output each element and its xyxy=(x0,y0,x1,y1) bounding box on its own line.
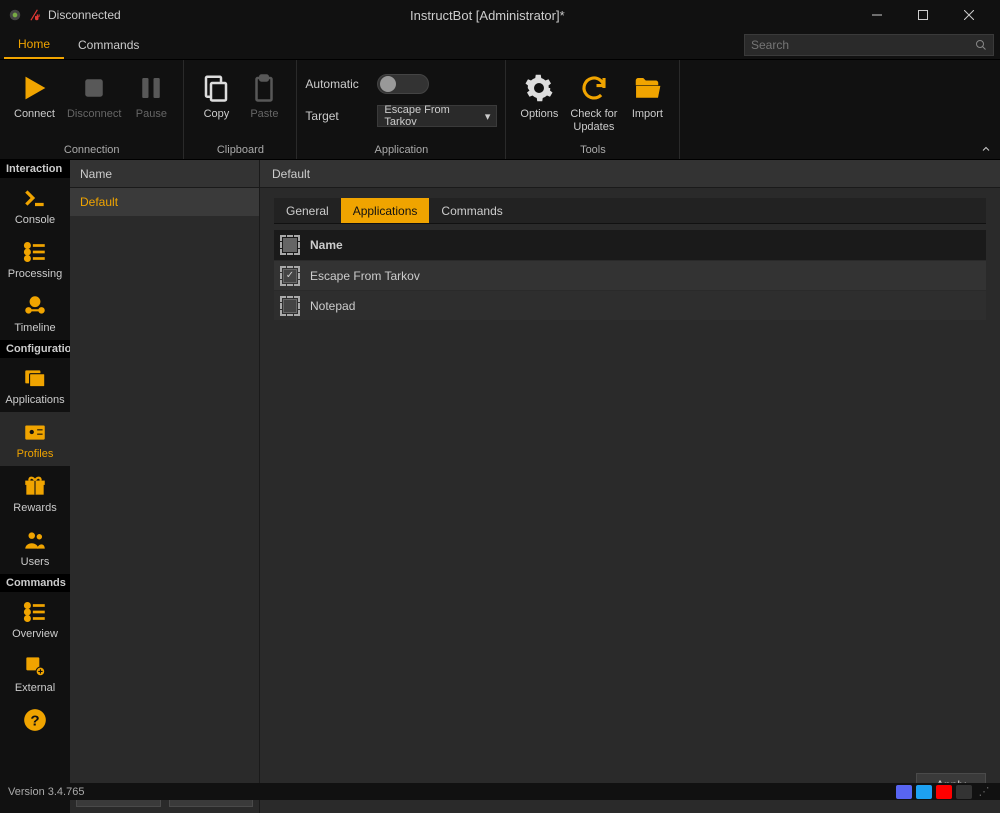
automatic-toggle[interactable] xyxy=(377,74,429,94)
nav-header-interaction: Interaction xyxy=(0,160,70,178)
titlebar: Disconnected InstructBot [Administrator]… xyxy=(0,0,1000,30)
nav-external[interactable]: External xyxy=(0,646,70,700)
window-icon xyxy=(21,364,49,392)
tab-home[interactable]: Home xyxy=(4,30,64,59)
select-all-checkbox[interactable] xyxy=(280,235,300,255)
profiles-list: Name Default Add Remove xyxy=(70,160,260,813)
statusbar: Version 3.4.765 ⋰ xyxy=(0,783,1000,800)
app-icon xyxy=(8,8,22,22)
version-label: Version 3.4.765 xyxy=(8,786,84,798)
connect-button[interactable]: Connect xyxy=(8,66,61,125)
copy-icon xyxy=(198,70,234,106)
left-nav: Interaction Console Processing Timeline … xyxy=(0,160,70,813)
help-icon: ? xyxy=(21,706,49,734)
nav-console[interactable]: Console xyxy=(0,178,70,232)
nav-header-commands: Commands xyxy=(0,574,70,592)
pause-icon xyxy=(133,70,169,106)
pause-button: Pause xyxy=(127,66,175,125)
refresh-icon xyxy=(576,70,612,106)
tray-icon[interactable] xyxy=(956,785,972,799)
tray: ⋰ xyxy=(896,785,992,799)
stop-icon xyxy=(76,70,112,106)
timeline-icon xyxy=(21,292,49,320)
maximize-button[interactable] xyxy=(900,0,946,30)
console-icon xyxy=(21,184,49,212)
tab-general[interactable]: General xyxy=(274,198,341,223)
group-connection: Connection xyxy=(0,142,183,159)
gift-icon xyxy=(21,472,49,500)
resize-grip-icon[interactable]: ⋰ xyxy=(976,785,992,799)
id-card-icon xyxy=(21,418,49,446)
list-icon xyxy=(21,238,49,266)
users-icon xyxy=(21,526,49,554)
paste-button: Paste xyxy=(240,66,288,125)
twitter-icon[interactable] xyxy=(916,785,932,799)
target-select[interactable]: Escape From Tarkov ▾ xyxy=(377,105,497,127)
close-button[interactable] xyxy=(946,0,992,30)
group-application: Application xyxy=(297,142,505,159)
profile-item[interactable]: Default xyxy=(70,188,259,216)
group-tools: Tools xyxy=(506,142,679,159)
search-box[interactable] xyxy=(744,34,994,56)
nav-help[interactable]: ? xyxy=(0,700,70,740)
detail-tabs: General Applications Commands xyxy=(274,198,986,224)
disconnect-button: Disconnect xyxy=(61,66,127,125)
folder-open-icon xyxy=(629,70,665,106)
import-button[interactable]: Import xyxy=(623,66,671,125)
ribbon: Connect Disconnect Pause Connection Copy… xyxy=(0,60,1000,160)
nav-rewards[interactable]: Rewards xyxy=(0,466,70,520)
copy-button[interactable]: Copy xyxy=(192,66,240,125)
tab-applications[interactable]: Applications xyxy=(341,198,430,223)
external-icon xyxy=(21,652,49,680)
detail-panel: Default General Applications Commands Na… xyxy=(260,160,1000,813)
minimize-button[interactable] xyxy=(854,0,900,30)
nav-applications[interactable]: Applications xyxy=(0,358,70,412)
chevron-down-icon: ▾ xyxy=(485,110,491,123)
play-icon xyxy=(16,70,52,106)
menubar: Home Commands xyxy=(0,30,1000,60)
row-checkbox[interactable] xyxy=(280,296,300,316)
nav-users[interactable]: Users xyxy=(0,520,70,574)
options-button[interactable]: Options xyxy=(514,66,564,125)
target-value: Escape From Tarkov xyxy=(384,104,484,128)
row-checkbox[interactable] xyxy=(280,266,300,286)
discord-icon[interactable] xyxy=(896,785,912,799)
grid-row[interactable]: Notepad xyxy=(274,290,986,320)
nav-timeline[interactable]: Timeline xyxy=(0,286,70,340)
nav-processing[interactable]: Processing xyxy=(0,232,70,286)
list2-icon xyxy=(21,598,49,626)
check-updates-button[interactable]: Check for Updates xyxy=(564,66,623,138)
row-name: Notepad xyxy=(310,299,355,313)
collapse-ribbon-icon[interactable] xyxy=(980,143,992,155)
grid-col-name: Name xyxy=(310,238,343,252)
profiles-header: Name xyxy=(70,160,259,188)
row-name: Escape From Tarkov xyxy=(310,269,420,283)
search-input[interactable] xyxy=(751,38,975,52)
grid-row[interactable]: Escape From Tarkov xyxy=(274,260,986,290)
tab-detail-commands[interactable]: Commands xyxy=(429,198,514,223)
target-label: Target xyxy=(305,109,369,123)
applications-grid: Name Escape From Tarkov Notepad xyxy=(274,230,986,320)
svg-text:?: ? xyxy=(30,712,39,729)
automatic-label: Automatic xyxy=(305,77,369,91)
disconnected-icon xyxy=(28,8,42,22)
nav-overview[interactable]: Overview xyxy=(0,592,70,646)
connection-status: Disconnected xyxy=(48,8,121,22)
group-clipboard: Clipboard xyxy=(184,142,296,159)
youtube-icon[interactable] xyxy=(936,785,952,799)
window-title: InstructBot [Administrator]* xyxy=(121,8,854,23)
detail-title: Default xyxy=(260,160,1000,188)
nav-profiles[interactable]: Profiles xyxy=(0,412,70,466)
tab-commands[interactable]: Commands xyxy=(64,30,153,59)
paste-icon xyxy=(246,70,282,106)
search-icon xyxy=(975,39,987,51)
gear-icon xyxy=(521,70,557,106)
nav-header-configuration: Configuration xyxy=(0,340,70,358)
